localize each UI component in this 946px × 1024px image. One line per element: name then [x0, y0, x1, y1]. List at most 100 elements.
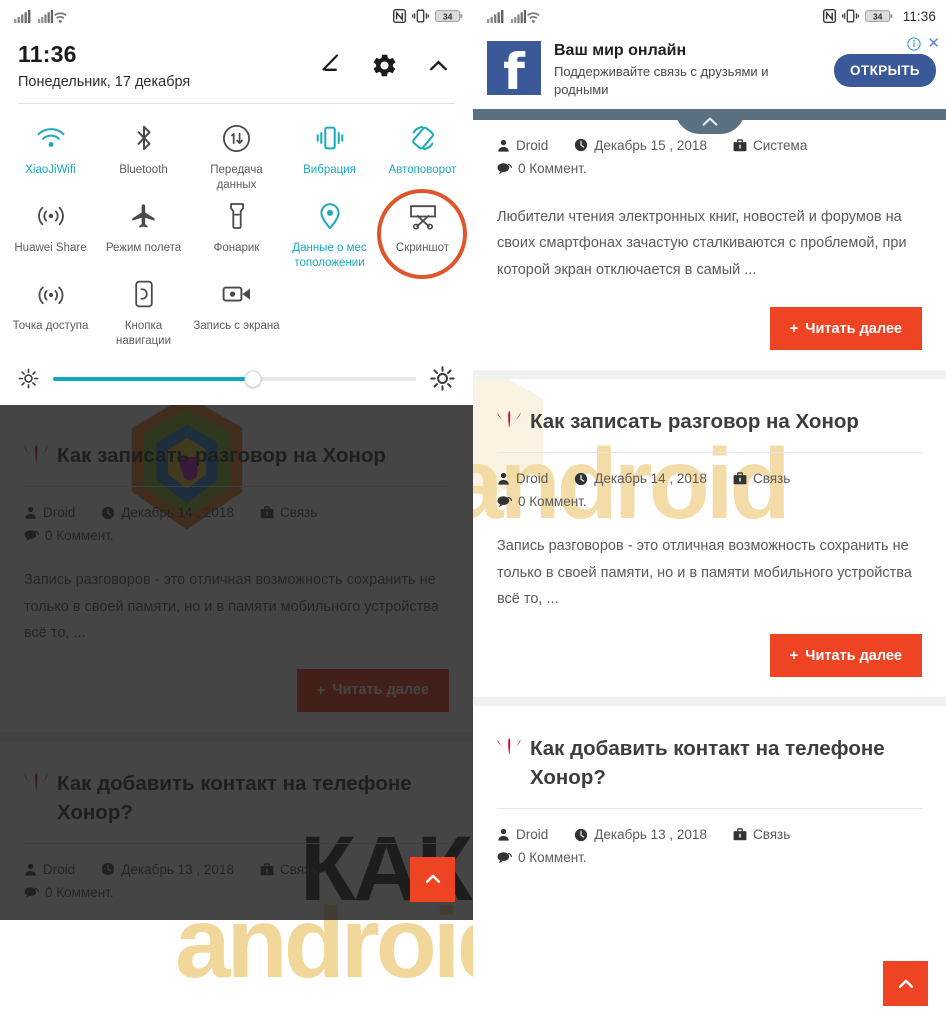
battery-icon: 34: [864, 10, 893, 22]
plus-icon: +: [316, 681, 326, 699]
briefcase-icon: [733, 139, 747, 152]
article-card: Как записать разговор на Хонор Droid Дек…: [0, 409, 473, 731]
meta-author: Droid: [497, 138, 548, 153]
meta-comments: 0 Коммент.: [24, 885, 114, 900]
meta-author: Droid: [497, 827, 548, 842]
comment-icon: [497, 496, 512, 508]
quick-toggle-label: Точка доступа: [12, 320, 89, 333]
article-title-text: Как записать разговор на Хонор: [57, 444, 386, 468]
meta-author: Droid: [24, 862, 75, 877]
huawei-logo-icon: [497, 738, 521, 755]
title-divider: [24, 486, 449, 488]
meta-author: Droid: [24, 505, 75, 520]
ad-banner[interactable]: f Ваш мир онлайн Поддерживайте связь с д…: [473, 32, 946, 109]
article-title[interactable]: Как добавить контакт на телефоне Хонор?: [497, 734, 922, 792]
quick-toggle-screen-record[interactable]: Запись с экрана: [190, 272, 283, 350]
quick-toggle-mobile-data[interactable]: Передача данных: [190, 116, 283, 194]
meta-category: Связь: [733, 471, 790, 486]
ad-subtitle: Поддерживайте связь с друзьями и родными: [554, 64, 769, 98]
screen-record-icon: [221, 278, 253, 310]
article-separator: [473, 697, 946, 707]
meta-category: Связь: [733, 827, 790, 842]
article-excerpt: Запись разговоров - это отличная возможн…: [497, 538, 912, 607]
quick-toggle-hotspot[interactable]: Точка доступа: [4, 272, 97, 350]
quick-settings-grid: XiaoJiWifi Bluetooth Передача данных Виб…: [0, 104, 473, 350]
back-to-top-button[interactable]: [410, 856, 455, 902]
read-more-button[interactable]: + Читать далее: [769, 634, 922, 678]
title-divider: [24, 842, 449, 844]
quick-toggle-label: Фонарик: [213, 242, 260, 255]
meta-date: Декабрь 14 , 2018: [101, 505, 234, 520]
user-icon: [498, 829, 509, 842]
read-more-label: Читать далее: [805, 320, 902, 337]
title-divider: [497, 452, 922, 454]
quick-toggle-location[interactable]: Данные о мес тоположении: [283, 194, 376, 272]
brightness-slider[interactable]: [53, 370, 416, 388]
quick-toggle-auto-rotate[interactable]: Автоповорот: [376, 116, 469, 194]
screenshot-icon: [407, 200, 439, 232]
shade-date: Понедельник, 17 декабря: [18, 74, 191, 91]
brightness-high-icon: [430, 366, 455, 392]
quick-toggle-screenshot[interactable]: Скриншот: [376, 189, 469, 280]
ad-info-icon[interactable]: [907, 36, 922, 51]
brightness-fill: [53, 376, 253, 381]
read-more-button[interactable]: + Читать далее: [296, 668, 449, 712]
shade-time: 11:36: [18, 41, 77, 67]
article-meta: Droid Декабрь 14 , 2018 Связь: [24, 505, 449, 520]
battery-level-text: 34: [443, 11, 453, 21]
article-separator: [0, 731, 473, 741]
quick-toggle-airplane-mode[interactable]: Режим полета: [97, 194, 190, 272]
quick-toggle-huawei-share[interactable]: Huawei Share: [4, 194, 97, 272]
article-meta-comments: 0 Коммент.: [497, 161, 922, 176]
shade-action-icons: [316, 42, 459, 79]
status-bar-left-icons: [14, 9, 67, 23]
back-to-top-button[interactable]: [883, 961, 928, 1006]
meta-category-text: Связь: [752, 471, 791, 487]
brightness-knob[interactable]: [244, 370, 262, 388]
article-title[interactable]: Как записать разговор на Хонор: [24, 441, 449, 470]
screenshot-comparison: 34 11:36 Понедельник, 17 декабря XiaoJiW…: [0, 0, 946, 1024]
chevron-up-icon[interactable]: [426, 53, 451, 78]
article-title[interactable]: Как записать разговор на Хонор: [497, 407, 922, 436]
quick-toggle-label: Передача данных: [210, 164, 263, 191]
clock-icon: [575, 828, 588, 842]
quick-toggle-nav-button[interactable]: Кнопка навигации: [97, 272, 190, 350]
article-meta-comments: 0 Коммент.: [497, 850, 922, 865]
mobile-data-icon: [222, 122, 251, 154]
quick-toggle-flashlight[interactable]: Фонарик: [190, 194, 283, 272]
pencil-edit-icon[interactable]: [316, 52, 343, 79]
meta-author-text: Droid: [516, 471, 549, 487]
vibrate-icon: [841, 9, 859, 23]
ad-open-button[interactable]: ОТКРЫТЬ: [834, 53, 936, 87]
quick-toggle-vibration[interactable]: Вибрация: [283, 116, 376, 194]
huawei-share-icon: [36, 200, 66, 232]
gear-icon[interactable]: [371, 52, 398, 79]
status-bar-right: 34 11:36: [473, 0, 946, 32]
nfc-icon: [393, 9, 406, 23]
close-icon[interactable]: ✕: [927, 36, 940, 51]
briefcase-icon: [260, 863, 274, 876]
meta-category: Связь: [260, 862, 317, 877]
article-card: Droid Декабрь 15 , 2018 Система 0 Коммен…: [473, 119, 946, 371]
quick-toggle-bluetooth[interactable]: Bluetooth: [97, 116, 190, 194]
status-bar-right-icons: 34 11:36: [822, 9, 936, 24]
quick-toggle-wifi[interactable]: XiaoJiWifi: [4, 116, 97, 194]
clock-icon: [102, 863, 115, 876]
article-title[interactable]: Как добавить контакт на телефоне Хонор?: [24, 769, 449, 827]
article-card: Как добавить контакт на телефоне Хонор? …: [473, 706, 946, 886]
read-more-button[interactable]: + Читать далее: [769, 307, 922, 351]
status-bar-right-icons: 34: [393, 9, 463, 23]
meta-category-text: Система: [752, 137, 808, 153]
comment-icon: [24, 886, 39, 898]
quick-toggle-label: Автоповорот: [388, 164, 457, 177]
meta-comments-text: 0 Коммент.: [45, 528, 114, 544]
auto-rotate-icon: [408, 122, 438, 154]
clock-icon: [575, 139, 588, 152]
meta-category-text: Связь: [752, 827, 791, 843]
user-icon: [498, 472, 509, 485]
notification-pull-bar[interactable]: [473, 108, 946, 134]
huawei-logo-icon: [24, 772, 48, 790]
quick-settings-row-3: Точка доступа Кнопка навигации Запись с …: [4, 272, 469, 350]
huawei-logo-icon: [24, 445, 48, 462]
nfc-icon: [822, 9, 836, 23]
